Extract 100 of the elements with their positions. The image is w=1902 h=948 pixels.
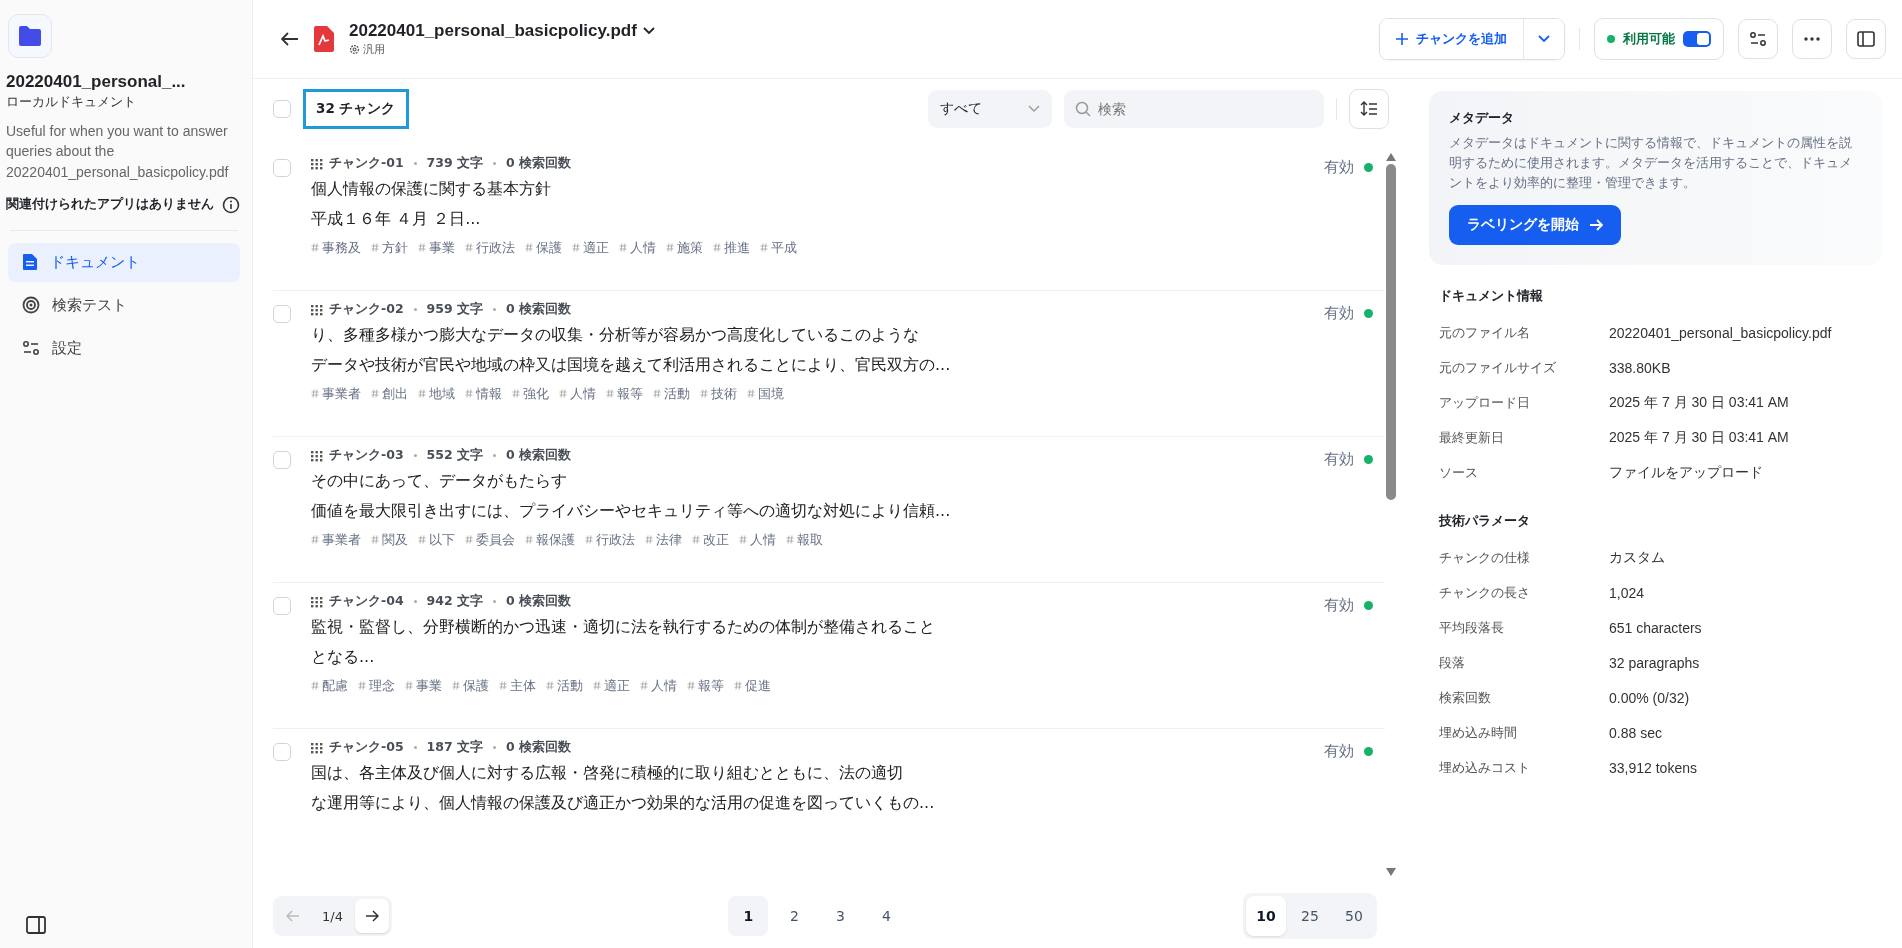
- chunk-text: となる...: [311, 645, 376, 668]
- grid-dots-icon: [311, 595, 323, 608]
- keyword-tag: 関及: [382, 530, 408, 549]
- separator-dot: [493, 308, 497, 311]
- hash-icon: [358, 681, 366, 691]
- keyword-tag: 平成: [771, 238, 797, 257]
- field-label: 元のファイルサイズ: [1439, 358, 1557, 377]
- search-field[interactable]: 検索: [1064, 90, 1324, 128]
- page-size-option[interactable]: 50: [1334, 896, 1374, 936]
- chunk-checkbox[interactable]: [273, 305, 291, 323]
- panel-toggle-icon[interactable]: [1846, 19, 1886, 59]
- hit-count: 0 検索回数: [506, 301, 572, 318]
- back-arrow-icon[interactable]: [281, 32, 299, 46]
- hash-icon: [713, 243, 721, 253]
- field-value: 20220401_personal_basicpolicy.pdf: [1609, 324, 1832, 341]
- page-size-option[interactable]: 25: [1290, 896, 1330, 936]
- chunk-text: 国は、各主体及び個人に対する広報・啓発に積極的に取り組むとともに、法の適切: [311, 762, 904, 784]
- field-label: ソース: [1439, 463, 1479, 482]
- add-chunk-button[interactable]: チャンクを追加: [1380, 19, 1524, 59]
- chunk-text: その中にあって、データがもたらす: [311, 470, 568, 492]
- section-title: ドキュメント情報: [1439, 287, 1544, 305]
- hash-icon: [311, 681, 319, 691]
- keyword-tag: 地域: [429, 384, 455, 403]
- start-labeling-button[interactable]: ラベリングを開始: [1449, 205, 1621, 245]
- hit-count: 0 検索回数: [506, 155, 572, 172]
- keyword-tag: 事業者: [322, 530, 361, 549]
- hash-icon: [512, 389, 520, 399]
- keyword-tag: 以下: [429, 530, 455, 549]
- more-icon[interactable]: [1792, 19, 1832, 59]
- chunk-text: 価値を最大限引き出すには、プライバシーやセキュリティ等への適切な対処により信頼...: [311, 499, 952, 522]
- field-value: 0.88 sec: [1609, 724, 1662, 741]
- field-value: 651 characters: [1609, 619, 1702, 636]
- file-name[interactable]: 20220401_personal_basicpolicy.pdf: [349, 21, 637, 41]
- scroll-up-icon[interactable]: [1386, 153, 1396, 161]
- keyword-tag: 方針: [382, 238, 408, 257]
- nav-item[interactable]: ドキュメント: [8, 242, 240, 282]
- keyword-tag: 理念: [369, 676, 395, 695]
- keyword-tag: 人情: [570, 384, 596, 403]
- page-number[interactable]: 2: [774, 896, 815, 936]
- status-label: 有効: [1324, 741, 1354, 761]
- hash-icon: [418, 243, 426, 253]
- chunk-text: な運用等により、個人情報の保護及び適正かつ効果的な活用の促進を図っていくもの...: [311, 791, 936, 814]
- keyword-tag: 国境: [758, 384, 784, 403]
- filter-dropdown[interactable]: すべて: [928, 90, 1052, 128]
- chunk-id: チャンク-03: [329, 447, 404, 464]
- document-icon: [22, 253, 38, 272]
- field-value: カスタム: [1609, 548, 1665, 567]
- field-label: 元のファイル名: [1439, 323, 1531, 342]
- character-count: 739 文字: [426, 155, 484, 172]
- field-label: 平均段落長: [1439, 618, 1505, 637]
- page-number[interactable]: 4: [866, 896, 907, 936]
- nav-item[interactable]: 検索テスト: [8, 285, 240, 325]
- keyword-tag: 委員会: [476, 530, 515, 549]
- availability-toggle[interactable]: 利用可能: [1594, 18, 1724, 60]
- select-all-checkbox[interactable]: [273, 100, 291, 118]
- hash-icon: [666, 243, 674, 253]
- chevron-down-icon[interactable]: [642, 27, 655, 35]
- scroll-down-icon[interactable]: [1386, 868, 1396, 876]
- hash-icon: [525, 243, 533, 253]
- keyword-tag: 配慮: [322, 676, 348, 695]
- hash-icon: [465, 535, 473, 545]
- separator-dot: [493, 600, 497, 603]
- info-icon[interactable]: [222, 195, 240, 214]
- sliders-icon[interactable]: [1738, 19, 1778, 59]
- chunk-checkbox[interactable]: [273, 597, 291, 615]
- status-label: 有効: [1324, 157, 1354, 177]
- hash-icon: [645, 535, 653, 545]
- keyword-tag: 報保護: [536, 530, 575, 549]
- hash-icon: [546, 681, 554, 691]
- field-label: チャンクの仕様: [1439, 548, 1531, 567]
- hash-icon: [734, 681, 742, 691]
- field-value: 338.80KB: [1609, 359, 1671, 376]
- hash-icon: [747, 389, 755, 399]
- sort-icon[interactable]: [1349, 89, 1389, 129]
- keyword-tag: 促進: [745, 676, 771, 695]
- keyword-tag: 活動: [664, 384, 690, 403]
- chunk-checkbox[interactable]: [273, 743, 291, 761]
- keyword-tag: 主体: [510, 676, 536, 695]
- metadata-description: メタデータはドキュメントに関する情報で、ドキュメントの属性を説明するために使用されます。メタデータを活用することで、ドキュメントをより効率的に整理・管理できます。: [1449, 134, 1853, 192]
- keyword-tag: 事業: [429, 238, 455, 257]
- field-label: 埋め込みコスト: [1439, 758, 1531, 777]
- sidebar-toggle-icon[interactable]: [26, 916, 46, 934]
- nav-item[interactable]: 設定: [8, 328, 240, 368]
- page-number[interactable]: 1: [728, 896, 769, 936]
- field-value: 32 paragraphs: [1609, 654, 1700, 671]
- search-icon: [1075, 101, 1091, 117]
- gear-icon: [349, 44, 360, 55]
- chunk-checkbox[interactable]: [273, 451, 291, 469]
- hash-icon: [311, 243, 319, 253]
- next-page-button[interactable]: [354, 899, 389, 933]
- hash-icon: [687, 681, 695, 691]
- page-number[interactable]: 3: [820, 896, 861, 936]
- chunk-checkbox[interactable]: [273, 159, 291, 177]
- separator-dot: [413, 454, 417, 457]
- keyword-tag: 事業者: [322, 384, 361, 403]
- keyword-tag: 人情: [630, 238, 656, 257]
- keyword-tag: 施策: [677, 238, 703, 257]
- settings-icon: [22, 340, 40, 357]
- chunk-text: り、多種多様かつ膨大なデータの収集・分析等が容易かつ高度化しているこのような: [311, 324, 920, 346]
- page-size-option[interactable]: 10: [1246, 896, 1286, 936]
